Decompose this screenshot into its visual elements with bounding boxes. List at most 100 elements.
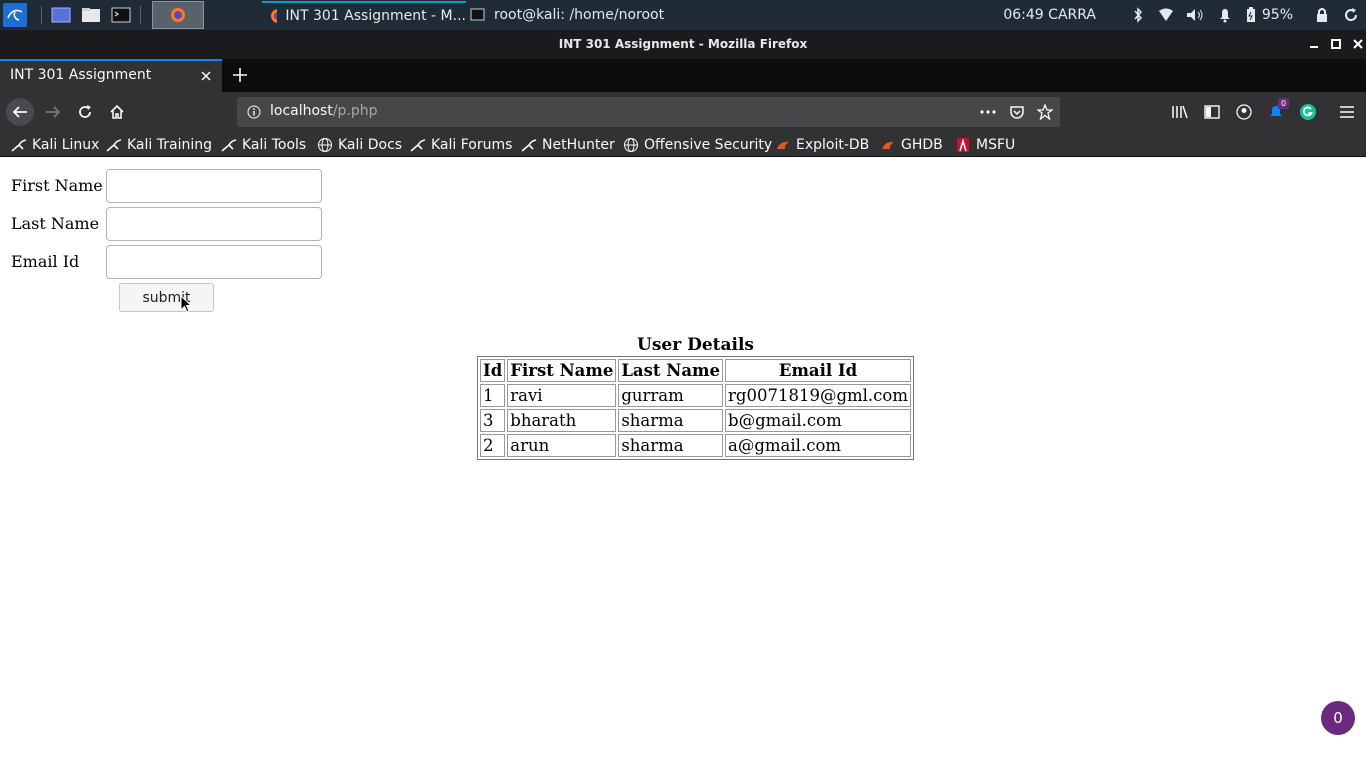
notifications-bell-icon[interactable] [1218,0,1232,30]
first-name-label: First Name [11,176,103,195]
navigation-toolbar: localhost/p.php 0 [0,92,1366,132]
cell-email: b@gmail.com [725,409,912,432]
maximize-icon[interactable] [1329,37,1343,51]
bookmark-label: MSFU [976,137,1016,153]
forward-arrow-icon[interactable] [39,98,67,126]
page-actions-menu-icon[interactable] [979,103,997,121]
header-email-id: Email Id [725,359,912,382]
msfu-icon [955,137,971,153]
cell-first-name: ravi [507,384,617,407]
kali-menu-icon[interactable] [3,3,27,27]
library-icon[interactable] [1171,103,1189,121]
sidebar-toggle-icon[interactable] [1203,103,1221,121]
address-bar[interactable]: localhost/p.php [237,97,1060,127]
kali-dragon-icon [11,137,27,153]
bookmark-label: GHDB [901,137,943,153]
email-id-label: Email Id [11,252,80,271]
task-terminal-window[interactable]: root@kali: /home/noroot [466,1,676,29]
battery-icon [1246,7,1255,22]
hamburger-menu-icon[interactable] [1338,103,1356,121]
minimize-icon[interactable] [1307,37,1321,51]
extension-badge-count: 0 [1278,98,1289,109]
bookmark-kali-training[interactable]: Kali Training [106,135,212,155]
terminal-icon [470,8,485,21]
task-firefox-window[interactable]: INT 301 Assignment - M... [262,1,466,29]
grammarly-icon[interactable] [1299,103,1317,121]
cell-last-name: sharma [618,409,724,432]
bookmark-star-icon[interactable] [1036,103,1054,121]
terminal-launcher-icon[interactable] [109,3,133,27]
tab-int301-assignment[interactable]: INT 301 Assignment [0,59,222,92]
grammarly-count-badge[interactable]: 0 [1321,701,1355,735]
kali-dragon-icon [106,137,122,153]
show-desktop-icon[interactable] [49,3,73,27]
pocket-icon[interactable] [1008,103,1026,121]
task-label: root@kali: /home/noroot [494,7,665,23]
lock-screen-icon[interactable] [1316,0,1328,30]
table-row: 3 bharath sharma b@gmail.com [480,409,912,432]
bookmark-label: Kali Linux [32,137,100,153]
last-name-label: Last Name [11,214,100,233]
table-caption: User Details [637,335,754,355]
page-content: First Name Last Name Email Id submit Use… [0,158,1366,768]
tab-strip: INT 301 Assignment [0,59,1366,92]
user-details-table: User Details Id First Name Last Name Ema… [477,335,915,460]
bookmark-label: Offensive Security [644,137,773,153]
account-icon[interactable] [1235,103,1253,121]
taskbar-separator [140,6,141,24]
site-info-icon[interactable] [247,105,261,123]
bookmark-kali-linux[interactable]: Kali Linux [11,135,99,155]
bookmark-kali-tools[interactable]: Kali Tools [221,135,306,155]
reload-icon[interactable] [71,98,99,126]
globe-icon [623,137,639,153]
table-row: 1 ravi gurram rg0071819@gml.com [480,384,912,407]
email-id-input[interactable] [106,245,322,279]
power-refresh-icon[interactable] [1343,0,1359,30]
bookmark-label: Kali Docs [338,137,403,153]
cell-id: 2 [480,434,506,457]
file-manager-icon[interactable] [79,3,103,27]
bookmark-nethunter[interactable]: NetHunter [521,135,615,155]
submit-button[interactable]: submit [119,283,214,312]
exploit-db-icon [880,137,896,153]
desktop-taskbar: INT 301 Assignment - M... root@kali: /ho… [0,0,1366,30]
bookmark-kali-docs[interactable]: Kali Docs [317,135,402,155]
kali-dragon-icon [410,137,426,153]
cell-last-name: gurram [618,384,724,407]
bluetooth-icon[interactable] [1133,0,1143,30]
clock[interactable]: 06:49 CARRA [1003,0,1096,30]
volume-icon[interactable] [1186,0,1204,30]
close-tab-icon[interactable] [199,69,213,83]
close-window-icon[interactable] [1351,37,1365,51]
back-arrow-icon[interactable] [6,98,34,126]
bookmark-kali-forums[interactable]: Kali Forums [410,135,512,155]
url-path: /p.php [332,103,378,119]
taskbar-separator [41,6,42,24]
cell-id: 3 [480,409,506,432]
bookmark-ghdb[interactable]: GHDB [880,135,943,155]
battery-indicator[interactable]: 95% [1246,0,1293,30]
bookmark-label: Kali Tools [242,137,307,153]
header-id: Id [480,359,506,382]
extension-notification-icon[interactable]: 0 [1267,98,1289,121]
first-name-input[interactable] [106,169,322,203]
wifi-icon[interactable] [1158,0,1174,30]
bookmark-exploit-db[interactable]: Exploit-DB [775,135,869,155]
home-icon[interactable] [103,98,131,126]
header-first-name: First Name [507,359,617,382]
mouse-cursor-icon [180,295,192,313]
table-row: 2 arun sharma a@gmail.com [480,434,912,457]
kali-dragon-icon [521,137,537,153]
exploit-db-icon [775,137,791,153]
window-title: INT 301 Assignment - Mozilla Firefox [558,37,808,51]
new-tab-plus-icon[interactable] [230,65,250,85]
url-text[interactable]: localhost/p.php [270,103,378,119]
bookmark-msfu[interactable]: MSFU [955,135,1015,155]
bookmarks-toolbar: Kali Linux Kali Training Kali Tools Kali… [0,132,1366,157]
table-header-row: Id First Name Last Name Email Id [480,359,912,382]
bookmark-offensive-security[interactable]: Offensive Security [623,135,772,155]
bookmark-label: NetHunter [542,137,615,153]
tab-title: INT 301 Assignment [10,67,152,83]
firefox-launcher-icon[interactable] [152,1,204,29]
last-name-input[interactable] [106,207,322,241]
